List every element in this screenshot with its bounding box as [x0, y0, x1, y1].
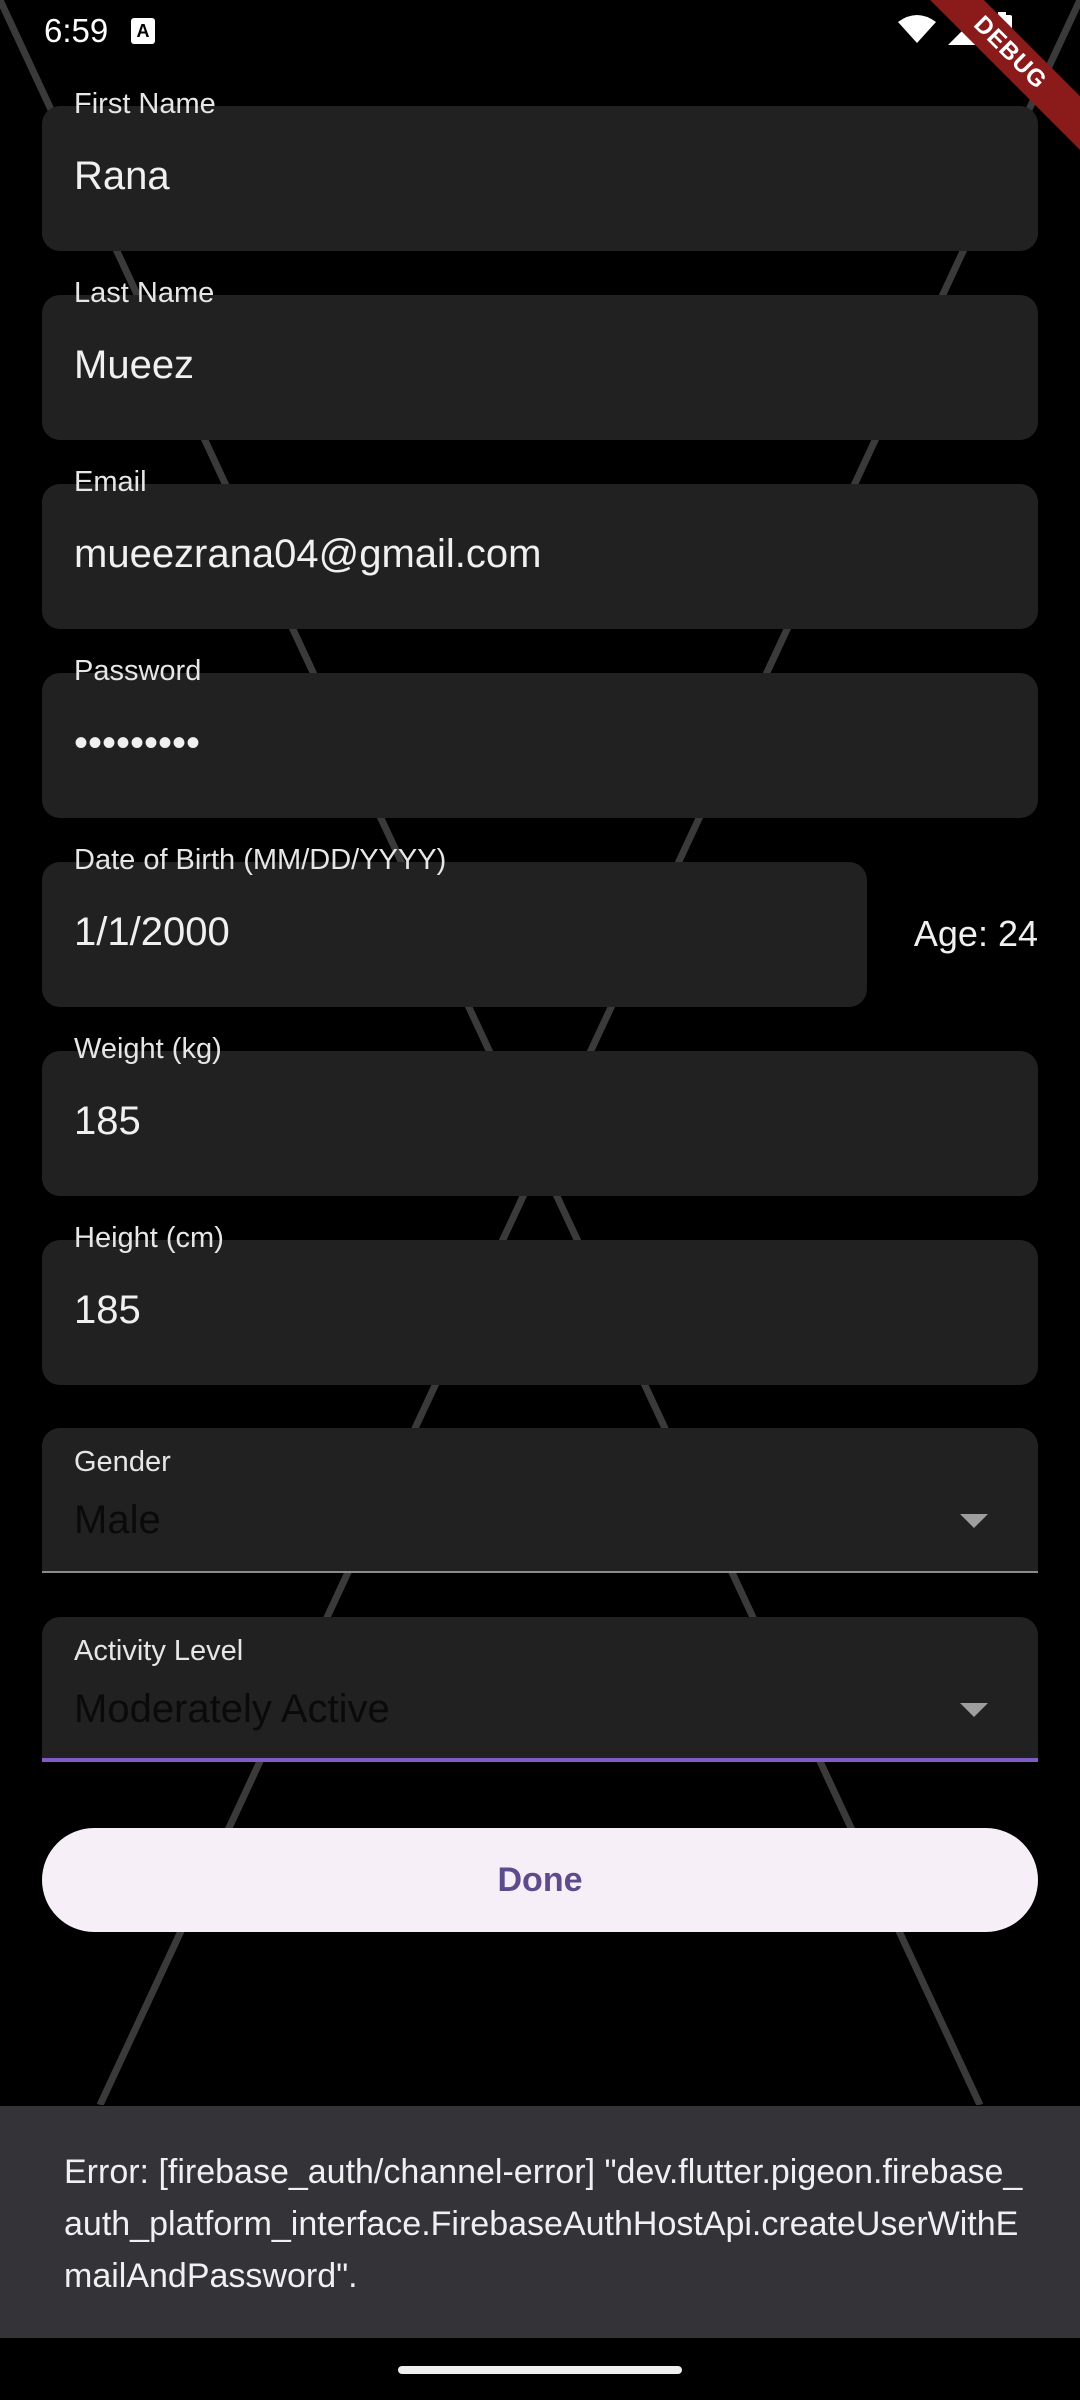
error-message: Error: [firebase_auth/channel-error] "de…: [64, 2153, 1023, 2295]
password-label: Password: [74, 655, 202, 687]
status-time: 6:59: [44, 12, 109, 49]
email-label: Email: [74, 466, 147, 498]
dropdown-arrow-icon: [960, 1703, 988, 1717]
gender-value: Male: [74, 1498, 161, 1542]
weight-value: 185: [74, 1099, 141, 1143]
done-button[interactable]: Done: [42, 1828, 1038, 1932]
gesture-nav-handle[interactable]: [398, 2366, 682, 2374]
error-snackbar: Error: [firebase_auth/channel-error] "de…: [0, 2106, 1080, 2338]
first-name-label: First Name: [74, 88, 216, 120]
password-value: •••••••••: [74, 721, 201, 765]
activity-level-underline: [42, 1758, 1038, 1762]
dob-field[interactable]: Date of Birth (MM/DD/YYYY) 1/1/2000: [42, 844, 867, 1007]
dob-label: Date of Birth (MM/DD/YYYY): [74, 844, 447, 876]
weight-label: Weight (kg): [74, 1033, 222, 1065]
status-bar: 6:59 A DEBUG: [0, 0, 1080, 159]
notification-icon: A: [131, 18, 155, 44]
age-text: Age: 24: [913, 913, 1038, 954]
first-name-field[interactable]: First Name Rana: [42, 88, 1038, 251]
first-name-value: Rana: [74, 154, 170, 198]
gender-dropdown[interactable]: Gender Male: [42, 1428, 1038, 1573]
wifi-icon: [898, 15, 936, 43]
gender-label: Gender: [74, 1446, 171, 1478]
gender-underline: [42, 1571, 1038, 1573]
weight-field[interactable]: Weight (kg) 185: [42, 1033, 1038, 1196]
activity-level-value: Moderately Active: [74, 1687, 390, 1731]
height-field[interactable]: Height (cm) 185: [42, 1222, 1038, 1385]
height-label: Height (cm): [74, 1222, 224, 1254]
last-name-value: Mueez: [74, 343, 195, 387]
height-value: 185: [74, 1288, 141, 1332]
dob-value: 1/1/2000: [74, 910, 230, 954]
activity-level-label: Activity Level: [74, 1635, 244, 1667]
email-value: mueezrana04@gmail.com: [74, 532, 542, 576]
last-name-field[interactable]: Last Name Mueez: [42, 277, 1038, 440]
last-name-label: Last Name: [74, 277, 215, 309]
dropdown-arrow-icon: [960, 1514, 988, 1528]
password-field[interactable]: Password •••••••••: [42, 655, 1038, 818]
activity-level-dropdown[interactable]: Activity Level Moderately Active: [42, 1617, 1038, 1762]
email-field[interactable]: Email mueezrana04@gmail.com: [42, 466, 1038, 629]
